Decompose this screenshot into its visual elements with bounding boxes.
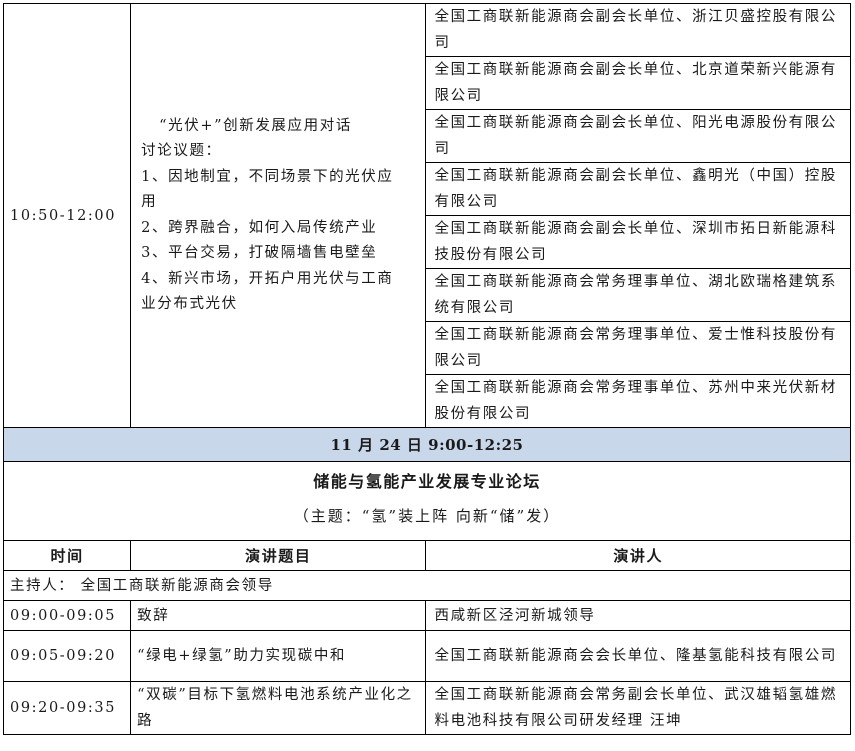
- row-time: 09:05-09:20: [2, 630, 132, 682]
- row-topic: 致辞: [130, 600, 427, 631]
- header-time: 时间: [2, 540, 132, 571]
- speaker-cell: 全国工商联新能源商会常务理事单位、苏州中来光伏新材股份有限公司: [425, 374, 851, 428]
- row-speaker: 全国工商联新能源商会会长单位、隆基氢能科技有限公司: [425, 630, 851, 682]
- speaker-cell: 全国工商联新能源商会副会长单位、阳光电源股份有限公司: [425, 109, 851, 163]
- dialogue-time: 10:50-12:00: [2, 3, 132, 428]
- topic-line: 讨论议题：: [141, 143, 222, 159]
- topic-line: 3、平台交易，打破隔墙售电壁垒: [141, 245, 378, 261]
- topic-line: 4、新兴市场，开拓户用光伏与工商: [141, 270, 394, 287]
- speaker-cell: 全国工商联新能源商会常务理事单位、爱士惟科技股份有限公司: [425, 321, 851, 375]
- date-bar: 11 月 24 日 9:00-12:25: [3, 427, 851, 462]
- table-row: 09:20-09:35 “双碳”目标下氢燃料电池系统产业化之路 全国工商联新能源…: [2, 681, 851, 735]
- row-time: 09:20-09:35: [2, 681, 132, 735]
- topic-line: 2、跨界融合，如何入局传统产业: [141, 219, 378, 236]
- speaker-cell: 全国工商联新能源商会副会长单位、鑫明光（中国）控股有限公司: [425, 162, 851, 216]
- table-row: 09:05-09:20 “绿电+绿氢”助力实现碳中和 全国工商联新能源商会会长单…: [2, 630, 851, 682]
- speaker-cell: 全国工商联新能源商会常务理事单位、湖北欧瑞格建筑系统有限公司: [425, 268, 851, 322]
- header-topic: 演讲题目: [130, 540, 427, 571]
- row-speaker: 西咸新区泾河新城领导: [425, 600, 851, 631]
- agenda-sheet: 10:50-12:00 “光伏+”创新发展应用对话 讨论议题： 1、因地制宜，不…: [2, 3, 851, 735]
- header-row: 时间 演讲题目 演讲人: [2, 540, 851, 571]
- dialogue-row: 10:50-12:00 “光伏+”创新发展应用对话 讨论议题： 1、因地制宜，不…: [2, 3, 851, 428]
- speaker-cell: 全国工商联新能源商会副会长单位、浙江贝盛控股有限公司: [425, 3, 851, 57]
- host-row: 主持人： 全国工商联新能源商会领导: [3, 570, 851, 601]
- topic-line: 1、因地制宜，不同场景下的光伏应: [141, 168, 394, 185]
- dialogue-topic: “光伏+”创新发展应用对话 讨论议题： 1、因地制宜，不同场景下的光伏应 用 2…: [130, 3, 427, 428]
- host-cell: 主持人： 全国工商联新能源商会领导: [3, 570, 851, 601]
- agenda-table: 10:50-12:00 “光伏+”创新发展应用对话 讨论议题： 1、因地制宜，不…: [2, 3, 851, 735]
- forum-subtitle-row: （主题：“氢”装上阵 向新“储”发）: [3, 496, 851, 541]
- forum-title-row: 储能与氢能产业发展专业论坛: [3, 461, 851, 496]
- row-speaker: 全国工商联新能源商会常务副会长单位、武汉雄韬氢雄燃料电池科技有限公司研发经理 汪…: [425, 681, 851, 735]
- forum-subtitle: （主题：“氢”装上阵 向新“储”发）: [3, 496, 851, 541]
- speaker-cell: 全国工商联新能源商会副会长单位、深圳市拓日新能源科技股份有限公司: [425, 215, 851, 269]
- speaker-cell: 全国工商联新能源商会副会长单位、北京道荣新兴能源有限公司: [425, 56, 851, 110]
- topic-line: 用: [141, 194, 158, 210]
- header-speaker: 演讲人: [425, 540, 851, 571]
- topic-line: “光伏+”创新发展应用对话: [159, 117, 352, 134]
- table-row: 09:00-09:05 致辞 西咸新区泾河新城领导: [2, 600, 851, 631]
- row-topic: “绿电+绿氢”助力实现碳中和: [130, 630, 427, 682]
- forum-title: 储能与氢能产业发展专业论坛: [3, 461, 851, 496]
- row-time: 09:00-09:05: [2, 600, 132, 631]
- date-row: 11 月 24 日 9:00-12:25: [3, 427, 851, 462]
- row-topic: “双碳”目标下氢燃料电池系统产业化之路: [130, 681, 427, 735]
- topic-line: 业分布式光伏: [141, 296, 238, 312]
